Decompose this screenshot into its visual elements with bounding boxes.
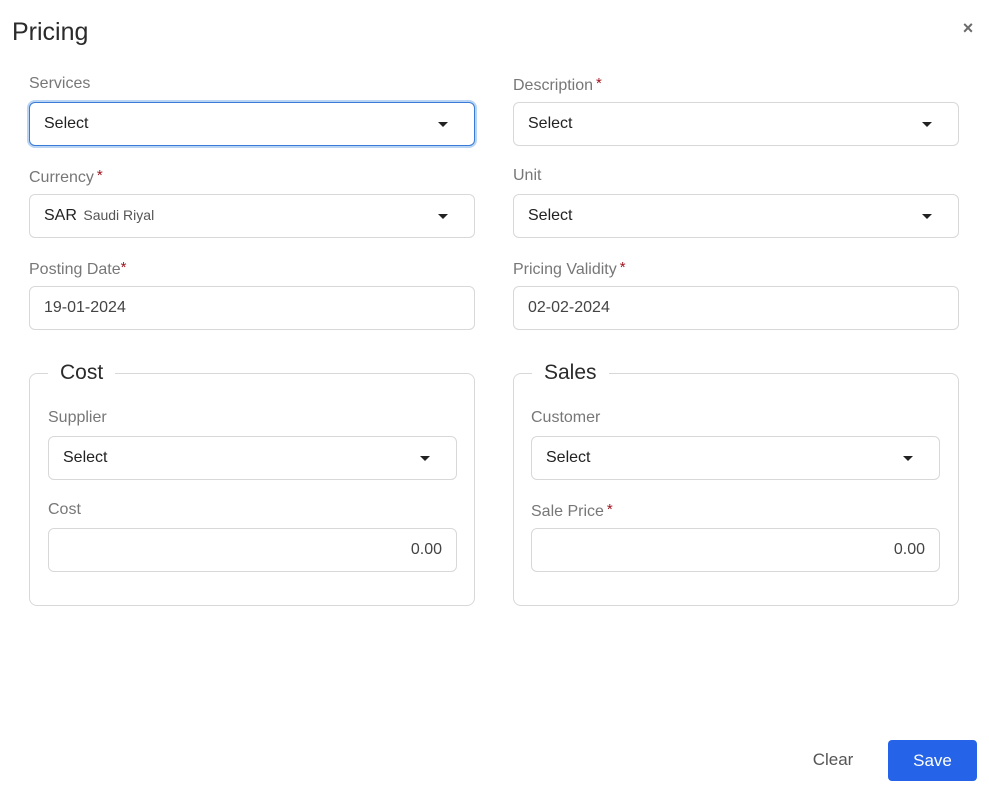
- posting-date-field: Posting Date* 19-01-2024: [29, 257, 475, 330]
- unit-select[interactable]: Select: [513, 194, 959, 238]
- required-marker: *: [96, 167, 103, 184]
- supplier-field: Supplier Select: [48, 407, 457, 480]
- sale-price-input[interactable]: 0.00: [531, 528, 940, 572]
- currency-name: Saudi Riyal: [83, 207, 155, 223]
- cost-group: Cost Supplier Select Cost 0.00: [29, 359, 475, 606]
- chevron-down-icon: [420, 455, 430, 461]
- services-select[interactable]: Select: [29, 102, 475, 146]
- posting-date-label: Posting Date*: [29, 259, 127, 278]
- chevron-down-icon: [903, 455, 913, 461]
- cost-field: Cost 0.00: [48, 499, 457, 572]
- cost-group-title: Cost: [48, 359, 116, 387]
- required-marker: *: [596, 75, 602, 92]
- supplier-select[interactable]: Select: [48, 436, 457, 480]
- cost-input[interactable]: 0.00: [48, 528, 457, 572]
- customer-select[interactable]: Select: [531, 436, 940, 480]
- pricing-validity-input[interactable]: 02-02-2024: [513, 286, 959, 330]
- save-button[interactable]: Save: [888, 740, 977, 781]
- close-icon[interactable]: ×: [960, 19, 976, 37]
- chevron-down-icon: [438, 213, 448, 219]
- sale-price-field: Sale Price * 0.00: [531, 499, 940, 572]
- dialog-title: Pricing: [12, 18, 89, 46]
- cost-value: 0.00: [410, 541, 442, 558]
- customer-label: Customer: [531, 409, 601, 426]
- currency-field: Currency * SAR Saudi Riyal: [29, 165, 475, 238]
- sale-price-value: 0.00: [893, 541, 925, 558]
- unit-label: Unit: [513, 167, 542, 184]
- posting-date-value: 19-01-2024: [44, 299, 126, 316]
- cost-label: Cost: [48, 501, 81, 518]
- unit-field: Unit Select: [513, 165, 959, 238]
- description-value: Select: [528, 115, 573, 132]
- chevron-down-icon: [922, 213, 932, 219]
- customer-value: Select: [546, 449, 591, 466]
- required-marker: *: [606, 501, 613, 518]
- description-field: Description * Select: [513, 73, 959, 146]
- supplier-label: Supplier: [48, 409, 107, 426]
- currency-select[interactable]: SAR Saudi Riyal: [29, 194, 475, 238]
- currency-label: Currency *: [29, 167, 103, 186]
- required-marker: *: [619, 259, 626, 276]
- sale-price-label: Sale Price *: [531, 501, 613, 520]
- currency-code: SAR: [44, 207, 77, 224]
- unit-value: Select: [528, 207, 573, 224]
- clear-button[interactable]: Clear: [800, 740, 866, 780]
- pricing-validity-value: 02-02-2024: [528, 299, 610, 316]
- posting-date-input[interactable]: 19-01-2024: [29, 286, 475, 330]
- customer-field: Customer Select: [531, 407, 940, 480]
- supplier-value: Select: [63, 449, 108, 466]
- description-select[interactable]: Select: [513, 102, 959, 146]
- sales-group-title: Sales: [532, 359, 609, 387]
- chevron-down-icon: [438, 121, 448, 127]
- services-field: Services Select: [29, 73, 475, 146]
- pricing-validity-field: Pricing Validity * 02-02-2024: [513, 257, 959, 330]
- sales-group: Sales Customer Select Sale Price * 0.00: [513, 359, 959, 606]
- services-label: Services: [29, 75, 91, 92]
- services-value: Select: [44, 115, 89, 132]
- description-label: Description *: [513, 75, 602, 94]
- chevron-down-icon: [922, 121, 932, 127]
- pricing-validity-label: Pricing Validity *: [513, 259, 626, 278]
- required-marker: *: [120, 259, 127, 276]
